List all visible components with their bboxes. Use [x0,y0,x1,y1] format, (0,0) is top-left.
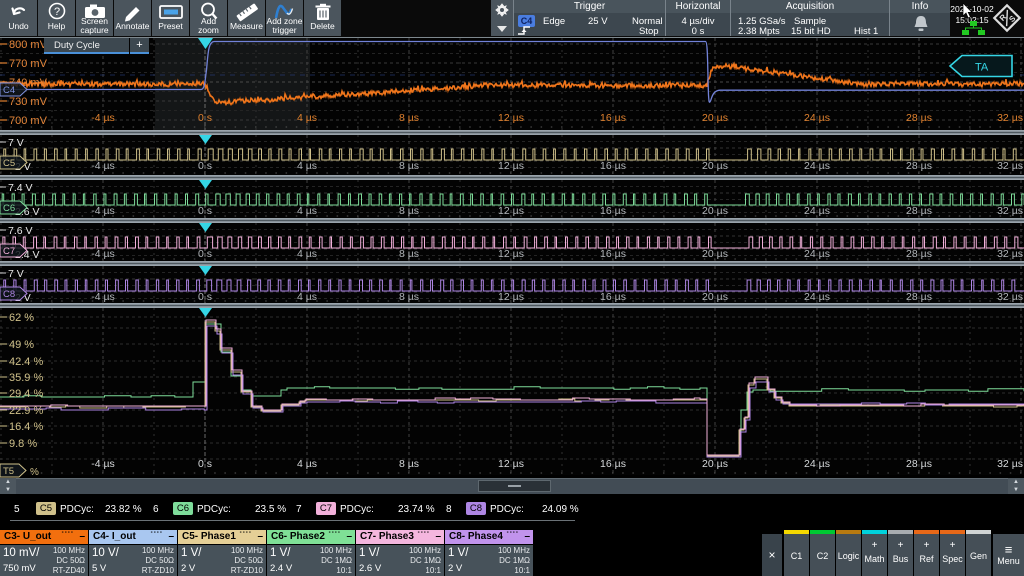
svg-text:-4 µs: -4 µs [91,458,115,470]
svg-text:C4: C4 [3,85,15,96]
svg-text:0 s: 0 s [198,205,212,217]
svg-text:12 µs: 12 µs [498,160,524,172]
svg-text:-4 µs: -4 µs [91,160,115,172]
svg-text:28 µs: 28 µs [906,112,932,124]
svg-text:16 µs: 16 µs [600,160,626,172]
svg-text:-4 µs: -4 µs [91,248,115,260]
svg-text:4 µs: 4 µs [297,112,317,124]
svg-text:C5: C5 [3,158,15,169]
svg-text:24 µs: 24 µs [804,160,830,172]
svg-text:28 µs: 28 µs [906,291,932,303]
svg-text:4 µs: 4 µs [297,291,317,303]
svg-text:32 µs: 32 µs [997,458,1023,470]
svg-text:7 V: 7 V [8,137,24,149]
svg-text:7.4 V: 7.4 V [8,182,33,194]
svg-text:28 µs: 28 µs [906,160,932,172]
svg-text:20 µs: 20 µs [702,291,728,303]
svg-text:12 µs: 12 µs [498,248,524,260]
svg-text:800 mV: 800 mV [9,39,48,51]
svg-text:28 µs: 28 µs [906,458,932,470]
svg-text:16 µs: 16 µs [600,112,626,124]
svg-text:32 µs: 32 µs [997,205,1023,217]
svg-text:4 µs: 4 µs [297,160,317,172]
svg-text:16.4 %: 16.4 % [9,421,43,433]
svg-text:20 µs: 20 µs [702,160,728,172]
svg-text:TA: TA [975,62,989,74]
svg-text:62 %: 62 % [9,312,34,324]
svg-text:16 µs: 16 µs [600,205,626,217]
svg-text:9.8 %: 9.8 % [9,438,37,450]
svg-text:4 µs: 4 µs [297,205,317,217]
svg-text:32 µs: 32 µs [997,112,1023,124]
svg-text:32 µs: 32 µs [997,160,1023,172]
svg-text:8 µs: 8 µs [399,458,419,470]
svg-text:24 µs: 24 µs [804,112,830,124]
svg-text:730 mV: 730 mV [9,96,48,108]
svg-text:C8: C8 [3,289,15,300]
svg-text:7.6 V: 7.6 V [8,225,33,237]
svg-text:28 µs: 28 µs [906,205,932,217]
svg-text:0 s: 0 s [198,458,212,470]
svg-text:-4 µs: -4 µs [91,205,115,217]
svg-text:16 µs: 16 µs [600,458,626,470]
svg-text:8 µs: 8 µs [399,112,419,124]
svg-text:0 s: 0 s [198,112,212,124]
svg-text:770 mV: 770 mV [9,58,48,70]
svg-text:22.9 %: 22.9 % [9,405,43,417]
svg-text:20 µs: 20 µs [702,248,728,260]
svg-text:49 %: 49 % [9,339,34,351]
svg-text:C6: C6 [3,203,15,214]
svg-text:4 µs: 4 µs [297,248,317,260]
svg-text:24 µs: 24 µs [804,291,830,303]
svg-text:0 s: 0 s [198,291,212,303]
svg-text:8 µs: 8 µs [399,248,419,260]
svg-text:8 µs: 8 µs [399,205,419,217]
svg-text:700 mV: 700 mV [9,115,48,127]
svg-text:0 s: 0 s [198,248,212,260]
svg-text:7 V: 7 V [8,268,24,280]
svg-text:24 µs: 24 µs [804,248,830,260]
svg-text:24 µs: 24 µs [804,205,830,217]
svg-text:20 µs: 20 µs [702,458,728,470]
svg-text:12 µs: 12 µs [498,112,524,124]
svg-text:20 µs: 20 µs [702,205,728,217]
svg-text:12 µs: 12 µs [498,291,524,303]
svg-text:32 µs: 32 µs [997,291,1023,303]
svg-text:24 µs: 24 µs [804,458,830,470]
svg-text:20 µs: 20 µs [702,112,728,124]
svg-text:C7: C7 [3,246,15,257]
svg-text:12 µs: 12 µs [498,205,524,217]
svg-text:12 µs: 12 µs [498,458,524,470]
svg-text:4 µs: 4 µs [297,458,317,470]
svg-text:?: ? [54,6,60,18]
svg-text:42.4 %: 42.4 % [9,356,43,368]
svg-text:8 µs: 8 µs [399,291,419,303]
svg-text:35.9 %: 35.9 % [9,372,43,384]
svg-text:8 µs: 8 µs [399,160,419,172]
svg-text:28 µs: 28 µs [906,248,932,260]
svg-text:16 µs: 16 µs [600,291,626,303]
svg-text:32 µs: 32 µs [997,248,1023,260]
svg-text:%: % [30,467,39,478]
svg-text:0 s: 0 s [198,160,212,172]
svg-text:-4 µs: -4 µs [91,112,115,124]
svg-text:16 µs: 16 µs [600,248,626,260]
svg-text:-4 µs: -4 µs [91,291,115,303]
svg-text:29.4 %: 29.4 % [9,388,43,400]
svg-text:T5: T5 [3,466,14,477]
